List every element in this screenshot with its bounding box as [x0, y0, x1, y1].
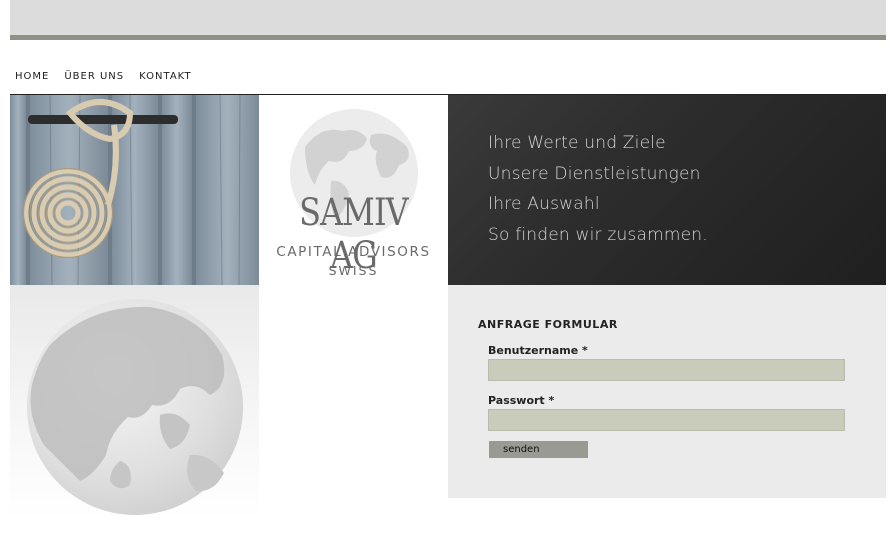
- logo-country: SWISS: [328, 263, 379, 278]
- top-bar: [10, 0, 886, 35]
- globe-illustration: [10, 285, 259, 520]
- password-input[interactable]: [488, 409, 845, 431]
- company-logo: SAMIV AG CAPITAL ADVISORS SWISS: [259, 95, 448, 285]
- tagline-panel: Ihre Werte und Ziele Unsere Dienstleistu…: [448, 95, 886, 285]
- username-label: Benutzername *: [488, 344, 588, 357]
- form-title: ANFRAGE FORMULAR: [478, 318, 618, 331]
- request-form: ANFRAGE FORMULAR Benutzername * Passwort…: [448, 285, 886, 498]
- tagline-list: Ihre Werte und Ziele Unsere Dienstleistu…: [488, 128, 708, 250]
- nav-home[interactable]: HOME: [15, 71, 49, 82]
- tagline-line: So finden wir zusammen.: [488, 224, 708, 245]
- submit-button[interactable]: senden: [489, 441, 588, 458]
- tagline-line: Ihre Auswahl: [488, 194, 600, 214]
- rope-dock-image: [10, 95, 259, 285]
- tagline-line: Ihre Werte und Ziele: [488, 133, 666, 153]
- rope-dock-photo: [10, 95, 259, 285]
- nav-about[interactable]: ÜBER UNS: [64, 71, 124, 82]
- password-label: Passwort *: [488, 394, 555, 407]
- globe-image: [27, 299, 243, 515]
- logo-subtitle: CAPITAL ADVISORS: [276, 244, 431, 260]
- header-banner: SAMIV AG CAPITAL ADVISORS SWISS Ihre Wer…: [10, 94, 886, 285]
- tagline-line: Unsere Dienstleistungen: [488, 163, 701, 184]
- username-input[interactable]: [488, 359, 845, 381]
- nav-contact[interactable]: KONTAKT: [139, 71, 191, 82]
- main-nav: HOME ÜBER UNS KONTAKT: [15, 71, 192, 82]
- top-divider: [10, 35, 886, 40]
